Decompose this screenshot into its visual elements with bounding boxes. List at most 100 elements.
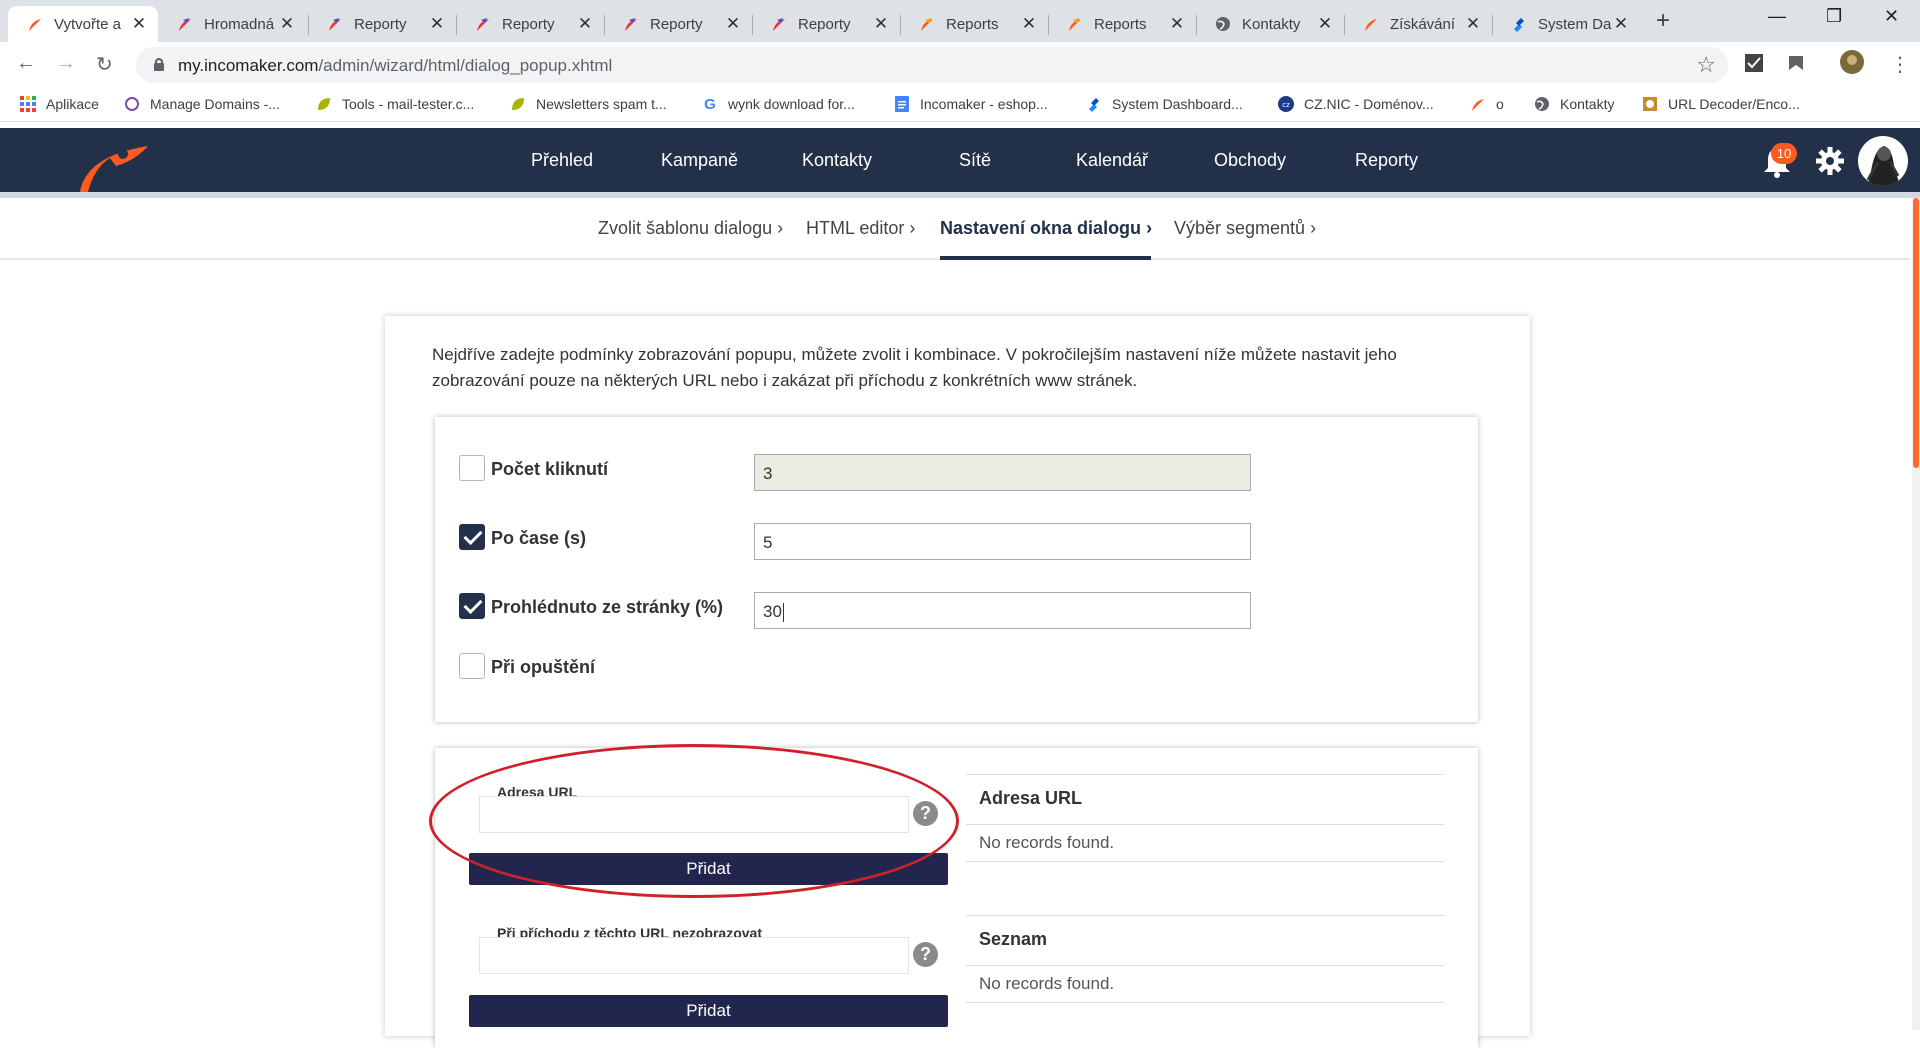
table-border bbox=[966, 965, 1444, 966]
browser-tab[interactable]: Reporty ✕ bbox=[308, 6, 456, 42]
browser-tab[interactable]: Reports ✕ bbox=[1048, 6, 1196, 42]
chevron-right-icon: › bbox=[909, 218, 916, 238]
help-icon[interactable]: ? bbox=[913, 801, 938, 826]
new-tab-icon[interactable]: + bbox=[1656, 7, 1670, 35]
bookmark-star-icon[interactable]: ☆ bbox=[1696, 52, 1716, 78]
url-input[interactable] bbox=[479, 796, 909, 833]
restore-icon[interactable]: ❐ bbox=[1826, 6, 1842, 27]
checkbox-scroll-percent[interactable] bbox=[459, 593, 485, 619]
checkbox-time[interactable] bbox=[459, 524, 485, 550]
checkbox-click-count[interactable] bbox=[459, 455, 485, 481]
text-cursor bbox=[782, 603, 784, 623]
bookmark-item[interactable]: Aplikace bbox=[20, 96, 99, 112]
profile-avatar[interactable] bbox=[1840, 50, 1864, 79]
url-text: my.incomaker.com/admin/wizard/html/dialo… bbox=[178, 56, 613, 75]
forward-arrow-icon[interactable]: → bbox=[56, 52, 76, 75]
url-table-header: Adresa URL bbox=[979, 788, 1083, 808]
bookmark-item[interactable]: Newsletters spam t... bbox=[510, 96, 667, 112]
browser-tab[interactable]: Reporty ✕ bbox=[604, 6, 752, 42]
add-url-button[interactable]: Přidat bbox=[469, 853, 948, 885]
svg-text:cz: cz bbox=[1282, 101, 1290, 109]
selenium-extension-icon[interactable] bbox=[1744, 53, 1764, 78]
gear-icon[interactable] bbox=[1815, 146, 1845, 181]
bookmark-item[interactable]: cz CZ.NIC - Doménov... bbox=[1278, 96, 1434, 112]
browser-tab[interactable]: System Da ✕ bbox=[1492, 6, 1640, 42]
back-arrow-icon[interactable]: ← bbox=[16, 52, 36, 75]
close-tab-icon[interactable]: ✕ bbox=[576, 14, 594, 34]
incomaker-favicon-icon bbox=[770, 15, 788, 33]
exclude-url-input[interactable] bbox=[479, 937, 909, 974]
incomaker-favicon-icon bbox=[918, 15, 936, 33]
window-close-icon[interactable]: ✕ bbox=[1884, 6, 1899, 27]
bookmark-item[interactable]: Incomaker - eshop... bbox=[894, 96, 1048, 112]
close-tab-icon[interactable]: ✕ bbox=[1612, 14, 1630, 34]
add-exclude-button[interactable]: Přidat bbox=[469, 995, 948, 1027]
bookmark-item[interactable]: URL Decoder/Enco... bbox=[1642, 96, 1800, 112]
bookmark-item[interactable]: Manage Domains -... bbox=[124, 96, 280, 112]
step-html-editor[interactable]: HTML editor › bbox=[806, 218, 915, 239]
leaf-icon bbox=[316, 96, 332, 112]
close-tab-icon[interactable]: ✕ bbox=[724, 14, 742, 34]
browser-tab[interactable]: Reporty ✕ bbox=[752, 6, 900, 42]
incomaker-favicon-icon bbox=[1066, 15, 1084, 33]
chevron-right-icon: › bbox=[1146, 218, 1153, 238]
document-icon bbox=[894, 96, 910, 112]
scroll-percent-input[interactable]: 30 bbox=[754, 592, 1251, 629]
nav-item-kampane[interactable]: Kampaně bbox=[661, 150, 738, 171]
close-tab-icon[interactable]: ✕ bbox=[872, 14, 890, 34]
table-border bbox=[966, 774, 1444, 775]
page-scrollbar-thumb[interactable] bbox=[1913, 198, 1919, 468]
bookmark-item[interactable]: Gwynk download for... bbox=[702, 96, 855, 113]
browser-tab[interactable]: Reporty ✕ bbox=[456, 6, 604, 42]
bookmark-extension-icon[interactable] bbox=[1786, 53, 1806, 78]
step-segments[interactable]: Výběr segmentů › bbox=[1174, 218, 1316, 239]
step-choose-template[interactable]: Zvolit šablonu dialogu › bbox=[598, 218, 783, 239]
close-tab-icon[interactable]: ✕ bbox=[1020, 14, 1038, 34]
bookmark-item[interactable]: System Dashboard... bbox=[1086, 96, 1243, 112]
nav-item-kalendar[interactable]: Kalendář bbox=[1076, 150, 1148, 171]
label-exit-intent: Při opuštění bbox=[491, 657, 596, 677]
kebab-menu-icon[interactable]: ⋮ bbox=[1890, 52, 1910, 77]
incomaker-favicon-icon bbox=[326, 15, 344, 33]
minimize-icon[interactable]: — bbox=[1768, 6, 1786, 27]
close-tab-icon[interactable]: ✕ bbox=[1168, 14, 1186, 34]
apps-grid-icon bbox=[20, 96, 36, 112]
bookmark-item[interactable]: o bbox=[1470, 96, 1504, 112]
close-tab-icon[interactable]: ✕ bbox=[130, 14, 148, 34]
click-count-input[interactable]: 3 bbox=[754, 454, 1251, 491]
time-seconds-input[interactable]: 5 bbox=[754, 523, 1251, 560]
nav-item-site[interactable]: Sítě bbox=[959, 150, 991, 171]
nav-item-kontakty[interactable]: Kontakty bbox=[802, 150, 872, 171]
globe-icon bbox=[1214, 15, 1232, 33]
jira-icon bbox=[1510, 15, 1528, 33]
incomaker-logo-icon[interactable] bbox=[76, 138, 152, 199]
address-bar[interactable]: my.incomaker.com/admin/wizard/html/dialo… bbox=[136, 47, 1728, 83]
browser-tab-active[interactable]: Vytvořte a ✕ bbox=[8, 6, 158, 42]
nav-item-prehled[interactable]: Přehled bbox=[531, 150, 593, 171]
incomaker-favicon-icon bbox=[622, 15, 640, 33]
nav-item-obchody[interactable]: Obchody bbox=[1214, 150, 1286, 171]
close-tab-icon[interactable]: ✕ bbox=[1316, 14, 1334, 34]
close-tab-icon[interactable]: ✕ bbox=[278, 14, 296, 34]
url-table-empty: No records found. bbox=[979, 833, 1115, 852]
checkbox-exit-intent[interactable] bbox=[459, 653, 485, 679]
browser-tab[interactable]: Získávání ✕ bbox=[1344, 6, 1492, 42]
intro-text: Nejdříve zadejte podmínky zobrazování po… bbox=[432, 345, 1397, 390]
step-dialog-settings[interactable]: Nastavení okna dialogu › bbox=[940, 218, 1152, 239]
bookmark-item[interactable]: Tools - mail-tester.c... bbox=[316, 96, 474, 112]
nav-item-reporty[interactable]: Reporty bbox=[1355, 150, 1418, 171]
exclude-table-header: Seznam bbox=[979, 929, 1048, 949]
table-border bbox=[966, 915, 1444, 916]
close-tab-icon[interactable]: ✕ bbox=[1464, 14, 1482, 34]
browser-tab[interactable]: Reports ✕ bbox=[900, 6, 1048, 42]
incomaker-favicon-icon bbox=[1362, 15, 1380, 33]
notification-badge: 10 bbox=[1771, 143, 1797, 164]
close-tab-icon[interactable]: ✕ bbox=[428, 14, 446, 34]
browser-tab[interactable]: Hromadná ✕ bbox=[158, 6, 306, 42]
table-border bbox=[966, 824, 1444, 825]
bookmark-item[interactable]: Kontakty bbox=[1534, 96, 1614, 112]
help-icon[interactable]: ? bbox=[913, 942, 938, 967]
browser-tab[interactable]: Kontakty ✕ bbox=[1196, 6, 1344, 42]
user-avatar[interactable] bbox=[1858, 136, 1908, 186]
reload-icon[interactable]: ↻ bbox=[96, 52, 113, 77]
